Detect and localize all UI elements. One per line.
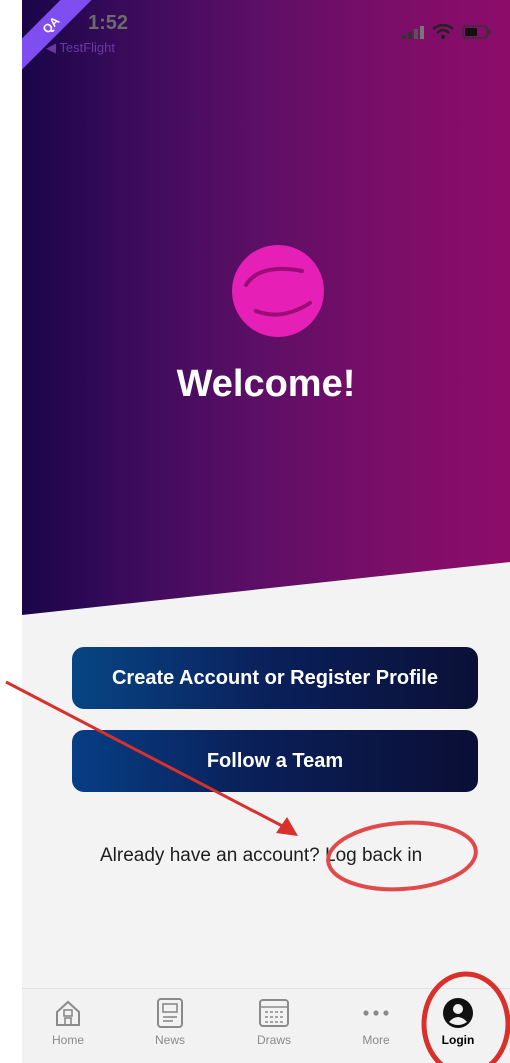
tab-more[interactable]: More xyxy=(336,995,416,1047)
brand-logo xyxy=(232,245,324,337)
news-icon xyxy=(157,998,183,1028)
tab-home[interactable]: Home xyxy=(28,995,108,1047)
signal-icon xyxy=(402,26,424,39)
home-icon xyxy=(56,1000,80,1026)
tab-label-news: News xyxy=(154,1033,185,1047)
create-account-button[interactable]: Create Account or Register Profile xyxy=(72,647,478,709)
status-time: 1:52 xyxy=(88,12,129,34)
draws-icon xyxy=(259,999,289,1027)
user-icon xyxy=(443,998,473,1028)
follow-team-button[interactable]: Follow a Team xyxy=(72,730,478,792)
tab-label-login: Login xyxy=(441,1033,475,1047)
app-screen: QA 1:52 ◀ TestFlight Welcome! Create Acc… xyxy=(0,0,510,1063)
status-icons xyxy=(402,24,492,40)
tab-label-draws: Draws xyxy=(256,1033,291,1047)
tab-news[interactable]: News xyxy=(130,995,210,1047)
already-have-account-text: Already have an account? xyxy=(100,845,320,866)
back-to-app-link[interactable]: ◀ TestFlight xyxy=(46,40,115,56)
tab-login[interactable]: Login xyxy=(418,995,498,1047)
welcome-title: Welcome! xyxy=(176,363,356,405)
login-prompt: Already have an account? Log back in xyxy=(100,845,422,867)
more-icon xyxy=(363,1010,389,1016)
bottom-tab-bar: Home News Draws More Login xyxy=(22,988,510,1063)
log-back-in-link[interactable]: Log back in xyxy=(325,845,422,866)
tab-label-more: More xyxy=(362,1033,390,1047)
battery-icon xyxy=(462,25,491,39)
wifi-icon xyxy=(432,24,454,40)
tab-draws[interactable]: Draws xyxy=(234,995,314,1047)
tab-label-home: Home xyxy=(51,1033,84,1047)
phone-viewport: QA 1:52 ◀ TestFlight Welcome! xyxy=(22,0,510,1063)
